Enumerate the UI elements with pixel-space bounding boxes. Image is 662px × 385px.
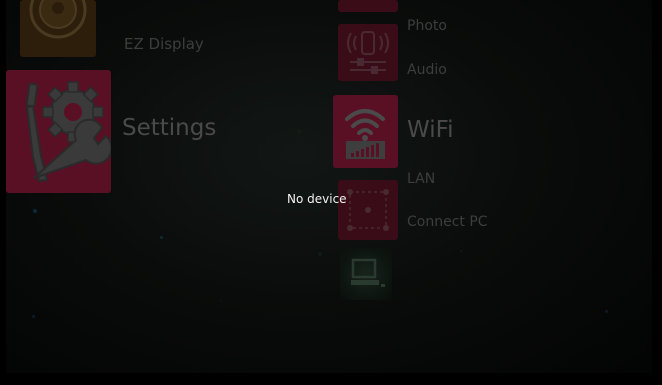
no-device-toast: No device — [287, 192, 347, 206]
connect-pc-label: Connect PC — [407, 214, 488, 230]
audio-tile[interactable] — [338, 24, 398, 81]
settings-tile[interactable] — [6, 70, 111, 193]
wifi-tile[interactable] — [333, 95, 398, 168]
wifi-label: WiFi — [407, 117, 454, 143]
settings-label: Settings — [122, 115, 217, 141]
ez-display-icon — [29, 0, 87, 39]
background-dot — [605, 310, 608, 313]
background-dot — [160, 236, 163, 239]
lan-label: LAN — [407, 171, 436, 187]
home-screen: EZ Display Settings Photo Audio WiFi LAN… — [0, 0, 662, 385]
audio-label: Audio — [407, 62, 447, 78]
connect-pc-tile[interactable] — [340, 248, 392, 300]
ez-display-tile[interactable] — [20, 0, 96, 57]
bottom-edge — [0, 373, 662, 385]
lan-tile[interactable] — [338, 180, 398, 240]
left-edge — [0, 0, 6, 385]
photo-icon — [338, 0, 398, 12]
background-dot — [33, 209, 37, 213]
wifi-signal-icon — [345, 109, 385, 159]
computer-icon — [351, 258, 385, 287]
audio-speaker-icon — [347, 31, 389, 74]
background-dot — [460, 250, 462, 252]
settings-tools-icon — [25, 81, 111, 183]
background-dot — [32, 315, 35, 318]
photo-label: Photo — [407, 18, 447, 34]
ez-display-label: EZ Display — [124, 35, 204, 53]
right-edge — [652, 0, 662, 385]
background-dot — [318, 252, 322, 256]
lan-network-icon — [347, 189, 389, 231]
background-dot — [298, 130, 301, 133]
background-dot — [220, 300, 222, 302]
photo-tile[interactable] — [338, 0, 398, 12]
